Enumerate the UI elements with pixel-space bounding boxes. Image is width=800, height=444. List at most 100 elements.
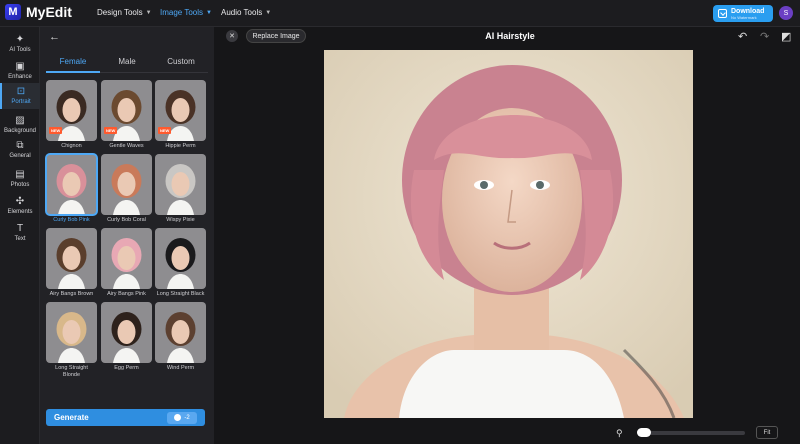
hairstyle-card[interactable]: Curly Bob Pink (45, 153, 98, 224)
undo-icon[interactable]: ↶ (738, 30, 747, 43)
credit-value: -2 (184, 414, 190, 421)
fit-button[interactable]: Fit (756, 426, 778, 439)
credit-cost: -2 (167, 411, 197, 424)
new-badge: NEW (104, 127, 118, 134)
rail-label: General (9, 153, 31, 159)
rail-label: AI Tools (9, 47, 31, 53)
chevron-down-icon: ▼ (206, 9, 212, 16)
hairstyle-label: Gentle Waves (109, 143, 144, 149)
image-enhance-icon: ▣ (15, 61, 25, 72)
rail-item-background[interactable]: ▨ Background (0, 112, 40, 138)
hairstyle-label: Chignon (61, 143, 82, 149)
compare-icon[interactable]: ◩ (781, 30, 791, 43)
rail-label: Elements (7, 209, 33, 215)
hairstyle-thumbnail: NEW (101, 80, 152, 141)
hairstyle-thumbnail (101, 154, 152, 215)
hairstyle-thumbnail: NEW (155, 80, 206, 141)
text-icon: T (16, 223, 24, 234)
hairstyle-label: Long Straight Blonde (55, 365, 88, 378)
hairstyle-thumbnail (46, 302, 97, 363)
nav-image-tools[interactable]: Image Tools ▼ (160, 8, 212, 17)
download-button[interactable]: Download No Watermark (713, 5, 773, 22)
download-label: Download (731, 7, 765, 15)
background-icon: ▨ (15, 115, 25, 126)
chevron-down-icon: ▼ (265, 9, 272, 16)
hairstyle-card[interactable]: Wind Perm (155, 302, 206, 372)
zoom-slider[interactable] (637, 431, 745, 435)
rail-item-photos[interactable]: ▤ Photos (0, 166, 40, 192)
active-tab-indicator (46, 71, 100, 73)
hairstyle-card[interactable]: Egg Perm (101, 302, 152, 372)
rail-label: Text (14, 236, 26, 242)
elements-icon: ✣ (15, 196, 25, 207)
hairstyle-card[interactable]: NEW Gentle Waves (101, 80, 152, 150)
rail-label: Enhance (8, 74, 32, 80)
page-title: AI Hairstyle (485, 31, 535, 41)
hairstyle-label: Curly Bob Pink (53, 217, 90, 223)
hairstyle-thumbnail (155, 302, 206, 363)
crop-icon: ⧉ (16, 140, 24, 151)
zoom-icon: ⚲ (616, 428, 623, 438)
rail-item-ai-tools[interactable]: ✦ AI Tools (0, 31, 40, 57)
download-icon (718, 9, 727, 18)
hairstyle-card[interactable]: Long Straight Blonde (46, 302, 97, 379)
app-logo[interactable]: M MyEdit (5, 4, 72, 20)
app-name: MyEdit (26, 4, 72, 20)
close-icon[interactable]: ✕ (226, 30, 238, 42)
redo-icon[interactable]: ↷ (760, 30, 769, 43)
hairstyle-panel: ← Female Male Custom NEW Chignon NEW Gentle… (40, 27, 214, 444)
hairstyle-card[interactable]: Airy Bangs Pink (101, 228, 152, 298)
new-badge: NEW (158, 127, 172, 134)
hairstyle-card[interactable]: Long Straight Black (155, 228, 206, 298)
rail-item-enhance[interactable]: ▣ Enhance (0, 58, 40, 84)
myedit-logo-icon: M (5, 4, 21, 20)
portrait-illustration (324, 50, 693, 418)
nav-label: Design Tools (97, 8, 143, 17)
hairstyle-card[interactable]: Wispy Pixie (155, 154, 206, 224)
download-sublabel: No Watermark (731, 14, 757, 20)
rail-item-elements[interactable]: ✣ Elements (0, 193, 40, 219)
hairstyle-label: Wind Perm (166, 365, 195, 371)
magic-wand-icon: ✦ (15, 34, 25, 45)
rail-item-general[interactable]: ⧉ General (0, 137, 40, 163)
rail-label: Portrait (11, 99, 31, 105)
hairstyle-thumbnail (101, 302, 152, 363)
hairstyle-thumbnail (46, 228, 97, 289)
tool-rail: ✦ AI Tools ▣ Enhance ⊡ Portrait ▨ Backgr… (0, 27, 40, 444)
replace-image-button[interactable]: Replace Image (246, 29, 306, 43)
hairstyle-card[interactable]: NEW Hippie Perm (155, 80, 206, 150)
nav-label: Image Tools (160, 8, 203, 17)
hairstyle-card[interactable]: Airy Bangs Brown (46, 228, 97, 298)
hairstyle-label: Long Straight Black (156, 291, 205, 297)
back-arrow-icon[interactable]: ← (49, 31, 60, 43)
new-badge: NEW (49, 127, 63, 134)
hairstyle-thumbnail: NEW (46, 80, 97, 141)
hairstyle-label: Wispy Pixie (166, 217, 195, 223)
generate-button[interactable]: Generate -2 (46, 409, 205, 426)
hairstyle-label: Curly Bob Coral (107, 217, 146, 223)
user-avatar[interactable]: S (779, 6, 793, 20)
tab-male[interactable]: Male (100, 57, 154, 73)
rail-item-portrait[interactable]: ⊡ Portrait (0, 83, 40, 109)
hairstyle-thumbnail (155, 154, 206, 215)
photos-icon: ▤ (15, 169, 25, 180)
zoom-slider-handle[interactable] (637, 428, 651, 437)
nav-audio-tools[interactable]: Audio Tools ▼ (221, 8, 271, 17)
rail-label: Background (3, 128, 37, 134)
hairstyle-thumbnail (101, 228, 152, 289)
nav-label: Audio Tools (221, 8, 263, 17)
hairstyle-label: Airy Bangs Pink (107, 291, 146, 297)
credit-icon (174, 414, 182, 421)
rail-item-text[interactable]: T Text (0, 220, 40, 246)
hairstyle-label: Hippie Perm (165, 143, 196, 149)
result-image (324, 50, 693, 418)
top-bar: M MyEdit Design Tools ▼ Image Tools ▼ Audi… (0, 0, 800, 27)
hairstyle-card[interactable]: NEW Chignon (46, 80, 97, 150)
hairstyle-card[interactable]: Curly Bob Coral (101, 154, 152, 224)
chevron-down-icon: ▼ (145, 9, 152, 16)
portrait-icon: ⊡ (16, 86, 26, 97)
hairstyle-thumbnail (45, 153, 98, 216)
nav-design-tools[interactable]: Design Tools ▼ (97, 8, 152, 17)
hairstyle-thumbnail (155, 228, 206, 289)
tab-custom[interactable]: Custom (154, 57, 208, 73)
